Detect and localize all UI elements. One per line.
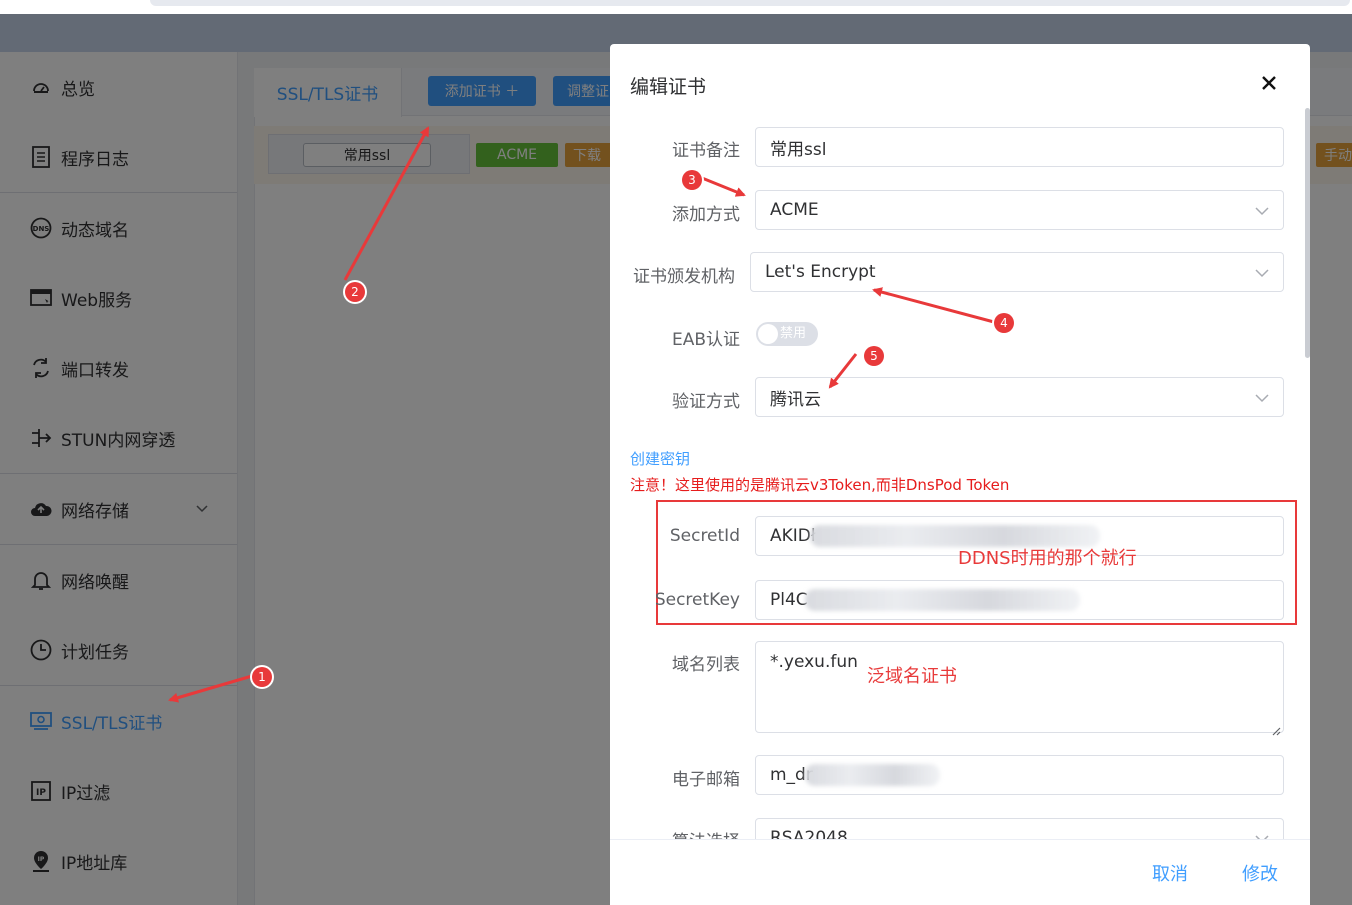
- dialog-body: 证书备注 常用ssl 添加方式 ACME 证书颁发机构 Let's Encryp…: [610, 104, 1310, 840]
- algorithm-select[interactable]: RSA2048: [755, 818, 1284, 840]
- token-notice: 注意！这里使用的是腾讯云v3Token,而非DnsPod Token: [630, 476, 1010, 494]
- secret-id-label: SecretId: [669, 526, 740, 546]
- blurred-secret-key: [805, 589, 1080, 611]
- dialog-title: 编辑证书: [630, 76, 707, 98]
- ddns-annotation-text: DDNS时用的那个就行: [958, 548, 1137, 569]
- cancel-button[interactable]: 取消: [1152, 860, 1188, 886]
- dialog-footer: 取消 修改: [610, 840, 1310, 905]
- secret-id-value: AKIDł: [770, 526, 816, 546]
- close-icon[interactable]: [1258, 72, 1280, 94]
- domains-label: 域名列表: [672, 655, 740, 675]
- annotation-badge-3: 3: [682, 170, 702, 190]
- annotation-badge-4: 4: [994, 313, 1014, 333]
- dialog-scrollbar[interactable]: [1305, 108, 1310, 358]
- wildcard-annotation-text: 泛域名证书: [867, 666, 957, 687]
- chevron-down-icon: [1255, 203, 1269, 217]
- create-key-link[interactable]: 创建密钥: [630, 448, 690, 469]
- remark-input[interactable]: 常用ssl: [755, 127, 1284, 167]
- browser-top-strip: [0, 0, 1352, 14]
- ca-select[interactable]: Let's Encrypt: [750, 252, 1284, 292]
- email-label: 电子邮箱: [672, 770, 740, 790]
- ca-select-value: Let's Encrypt: [765, 262, 876, 282]
- annotation-badge-2: 2: [345, 282, 365, 302]
- eab-switch[interactable]: 禁用: [756, 322, 818, 346]
- algorithm-select-value: RSA2048: [770, 828, 848, 840]
- algorithm-label: 算法选择: [672, 827, 740, 839]
- confirm-button[interactable]: 修改: [1242, 860, 1278, 886]
- method-select-value: ACME: [770, 200, 819, 220]
- remark-label: 证书备注: [672, 141, 740, 161]
- annotation-badge-5: 5: [864, 346, 884, 366]
- verify-select[interactable]: 腾讯云: [755, 377, 1284, 417]
- address-bar-edge: [150, 0, 1350, 6]
- verify-select-value: 腾讯云: [770, 389, 821, 410]
- switch-knob: [758, 324, 778, 344]
- chevron-down-icon: [1255, 265, 1269, 279]
- switch-text: 禁用: [780, 326, 807, 341]
- chevron-down-icon: [1255, 831, 1269, 839]
- edit-certificate-dialog: 编辑证书 证书备注 常用ssl 添加方式 ACME 证书颁发机构 Let's E…: [610, 44, 1310, 905]
- method-label: 添加方式: [672, 205, 740, 225]
- resize-grip-icon[interactable]: [1272, 721, 1281, 736]
- secret-key-value: Pl4C: [770, 590, 808, 610]
- ca-label: 证书颁发机构: [633, 267, 735, 287]
- eab-label: EAB认证: [671, 330, 740, 350]
- chevron-down-icon: [1255, 390, 1269, 404]
- secret-key-label: SecretKey: [654, 590, 740, 610]
- blurred-email: [805, 764, 940, 786]
- domains-value: *.yexu.fun: [770, 652, 858, 672]
- annotation-badge-1: 1: [252, 667, 272, 687]
- method-select[interactable]: ACME: [755, 190, 1284, 230]
- verify-label: 验证方式: [672, 392, 740, 412]
- domains-textarea[interactable]: *.yexu.fun: [755, 641, 1284, 736]
